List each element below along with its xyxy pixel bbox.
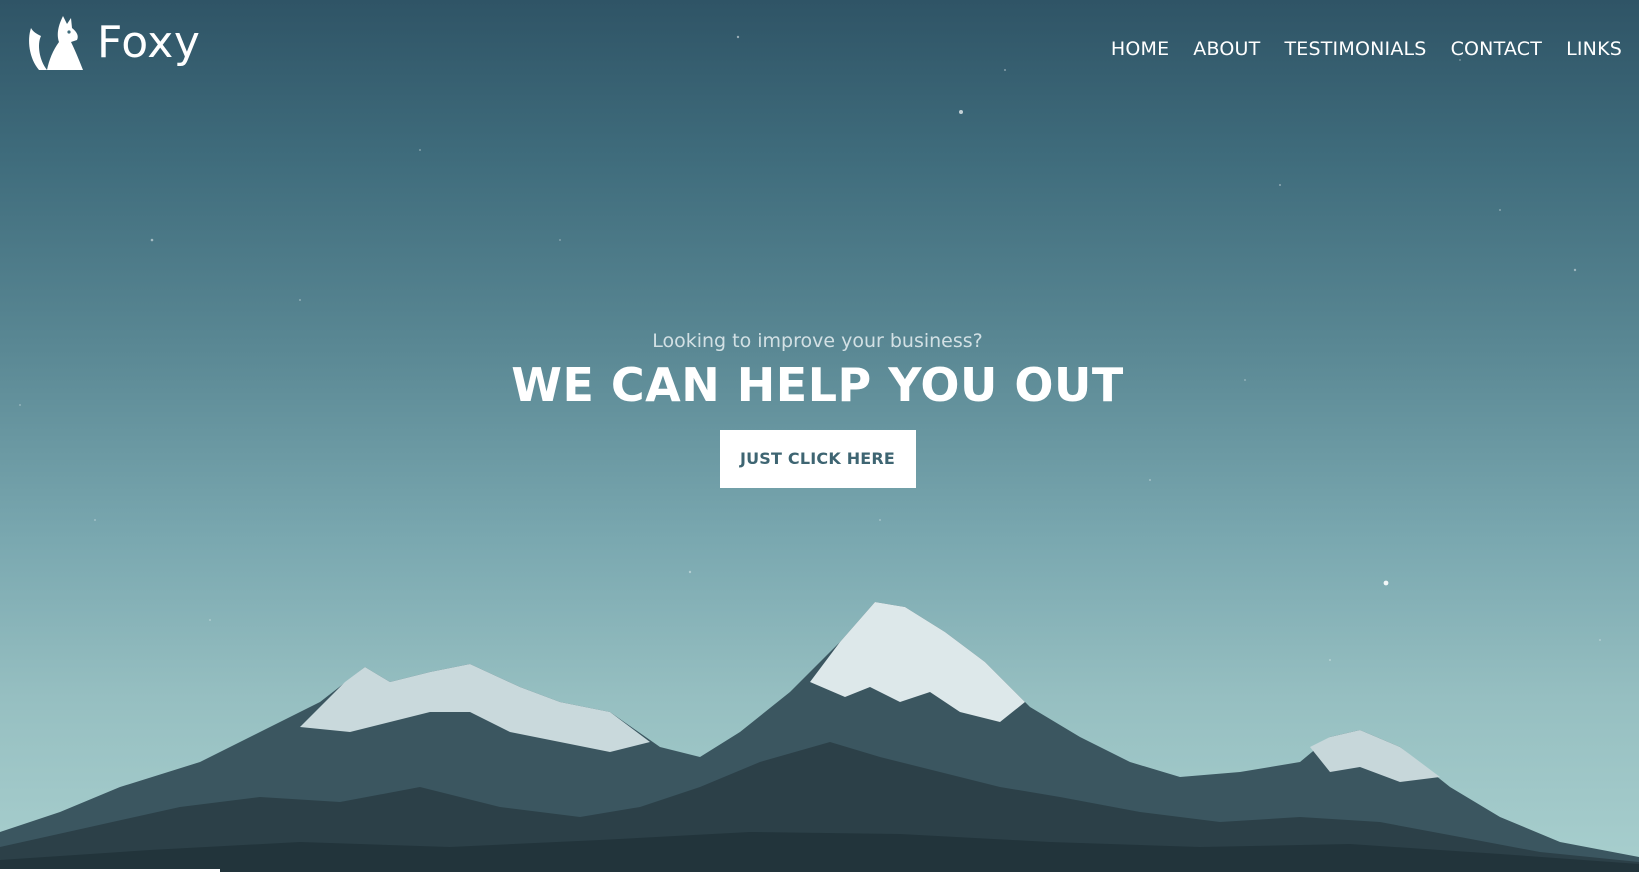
brand-logo[interactable]: Foxy bbox=[25, 14, 200, 72]
hero-section: Foxy HOME ABOUT TESTIMONIALS CONTACT LIN… bbox=[0, 0, 1639, 872]
nav-item-links[interactable]: LINKS bbox=[1566, 38, 1622, 60]
cta-button[interactable]: JUST CLICK HERE bbox=[719, 430, 916, 488]
nav-item-about[interactable]: ABOUT bbox=[1193, 38, 1260, 60]
hero-content: Looking to improve your business? WE CAN… bbox=[0, 330, 1639, 488]
hero-headline: WE CAN HELP YOU OUT bbox=[511, 358, 1124, 412]
main-navigation: HOME ABOUT TESTIMONIALS CONTACT LINKS bbox=[1111, 38, 1622, 60]
mountain-range-image bbox=[0, 602, 1639, 872]
fox-icon bbox=[29, 16, 83, 70]
hero-subtitle: Looking to improve your business? bbox=[652, 330, 983, 352]
nav-item-contact[interactable]: CONTACT bbox=[1451, 38, 1543, 60]
nav-item-home[interactable]: HOME bbox=[1111, 38, 1169, 60]
brand-name: Foxy bbox=[97, 17, 201, 68]
nav-item-testimonials[interactable]: TESTIMONIALS bbox=[1284, 38, 1426, 60]
